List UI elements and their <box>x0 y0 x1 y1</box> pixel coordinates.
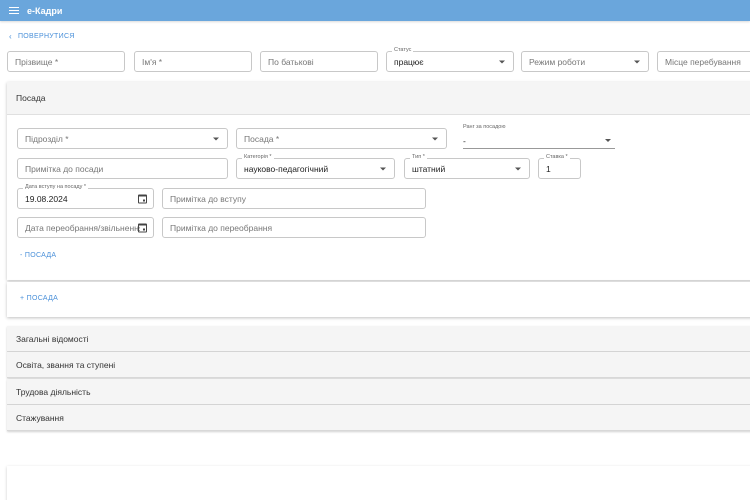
department-placeholder: Підрозділ * <box>25 133 69 144</box>
caret-down-icon <box>432 137 438 140</box>
rate-value: 1 <box>546 163 551 174</box>
back-button[interactable]: ‹ ПОВЕРНУТИСЯ <box>9 32 75 41</box>
position-note-field[interactable]: Примітка до посади <box>17 158 228 179</box>
back-label: ПОВЕРНУТИСЯ <box>17 33 75 40</box>
entry-note-field[interactable]: Примітка до вступу <box>162 188 426 209</box>
reelection-date-field[interactable]: Дата переобрання/звільнення <box>17 217 154 238</box>
calendar-icon[interactable] <box>138 223 147 232</box>
name-placeholder: Ім'я * <box>142 56 163 67</box>
rate-field[interactable]: Ставка * 1 <box>538 154 581 179</box>
caret-down-icon <box>380 167 386 170</box>
location-placeholder: Місце перебування <box>665 56 741 67</box>
caret-down-icon <box>605 139 611 142</box>
calendar-icon[interactable] <box>138 194 147 203</box>
add-position-button[interactable]: + ПОСАДА <box>20 295 58 302</box>
surname-field[interactable]: Прізвище * <box>7 51 125 72</box>
chevron-left-icon: ‹ <box>9 32 12 41</box>
status-value: працює <box>394 56 424 67</box>
caret-down-icon <box>634 60 640 63</box>
reelection-date-placeholder: Дата переобрання/звільнення <box>25 222 140 233</box>
section-internship[interactable]: Стажування <box>7 405 750 431</box>
name-field[interactable]: Ім'я * <box>134 51 252 72</box>
rank-label: Ранг за посадою <box>463 124 506 130</box>
entry-note-placeholder: Примітка до вступу <box>170 193 247 204</box>
reelection-note-field[interactable]: Примітка до переобрання <box>162 217 426 238</box>
work-mode-select[interactable]: Режим роботи <box>521 51 649 72</box>
category-select[interactable]: Категорія * науково-педагогічний <box>236 154 395 179</box>
category-value: науково-педагогічний <box>244 163 329 174</box>
status-select[interactable]: Статус працює <box>386 47 514 72</box>
rate-label: Ставка * <box>544 154 570 160</box>
section-general-info[interactable]: Загальні відомості <box>7 326 750 352</box>
remove-position-button[interactable]: - ПОСАДА <box>20 252 56 259</box>
department-select[interactable]: Підрозділ * <box>17 128 228 149</box>
menu-icon[interactable] <box>9 6 19 15</box>
caret-down-icon <box>213 137 219 140</box>
category-label: Категорія * <box>242 154 274 160</box>
app-title: e-Кадри <box>27 5 63 16</box>
patronymic-placeholder: По батькові <box>268 56 314 67</box>
position-card: Посада <box>7 82 750 280</box>
caret-down-icon <box>499 60 505 63</box>
entry-date-value: 19.08.2024 <box>25 193 68 204</box>
caret-down-icon <box>515 167 521 170</box>
position-placeholder: Посада * <box>244 133 280 144</box>
rank-select[interactable]: Ранг за посадою - <box>463 124 615 149</box>
bottom-card <box>7 466 750 500</box>
section-work-activity[interactable]: Трудова діяльність <box>7 379 750 405</box>
app-bar: e-Кадри <box>0 0 750 21</box>
add-position-card <box>7 282 750 317</box>
reelection-note-placeholder: Примітка до переобрання <box>170 222 273 233</box>
type-label: Тип * <box>410 154 427 160</box>
position-card-header: Посада <box>7 82 750 115</box>
status-label: Статус <box>392 47 414 53</box>
type-value: штатний <box>412 163 446 174</box>
position-note-placeholder: Примітка до посади <box>25 163 104 174</box>
surname-placeholder: Прізвище * <box>15 56 59 67</box>
work-mode-placeholder: Режим роботи <box>529 56 586 67</box>
entry-date-label: Дата вступу на посаду * <box>23 184 89 190</box>
entry-date-field[interactable]: Дата вступу на посаду * 19.08.2024 <box>17 184 154 209</box>
rank-value: - <box>463 136 466 146</box>
type-select[interactable]: Тип * штатний <box>404 154 530 179</box>
position-select[interactable]: Посада * <box>236 128 447 149</box>
location-field[interactable]: Місце перебування <box>657 51 750 72</box>
section-education[interactable]: Освіта, звання та ступені <box>7 352 750 378</box>
patronymic-field[interactable]: По батькові <box>260 51 378 72</box>
